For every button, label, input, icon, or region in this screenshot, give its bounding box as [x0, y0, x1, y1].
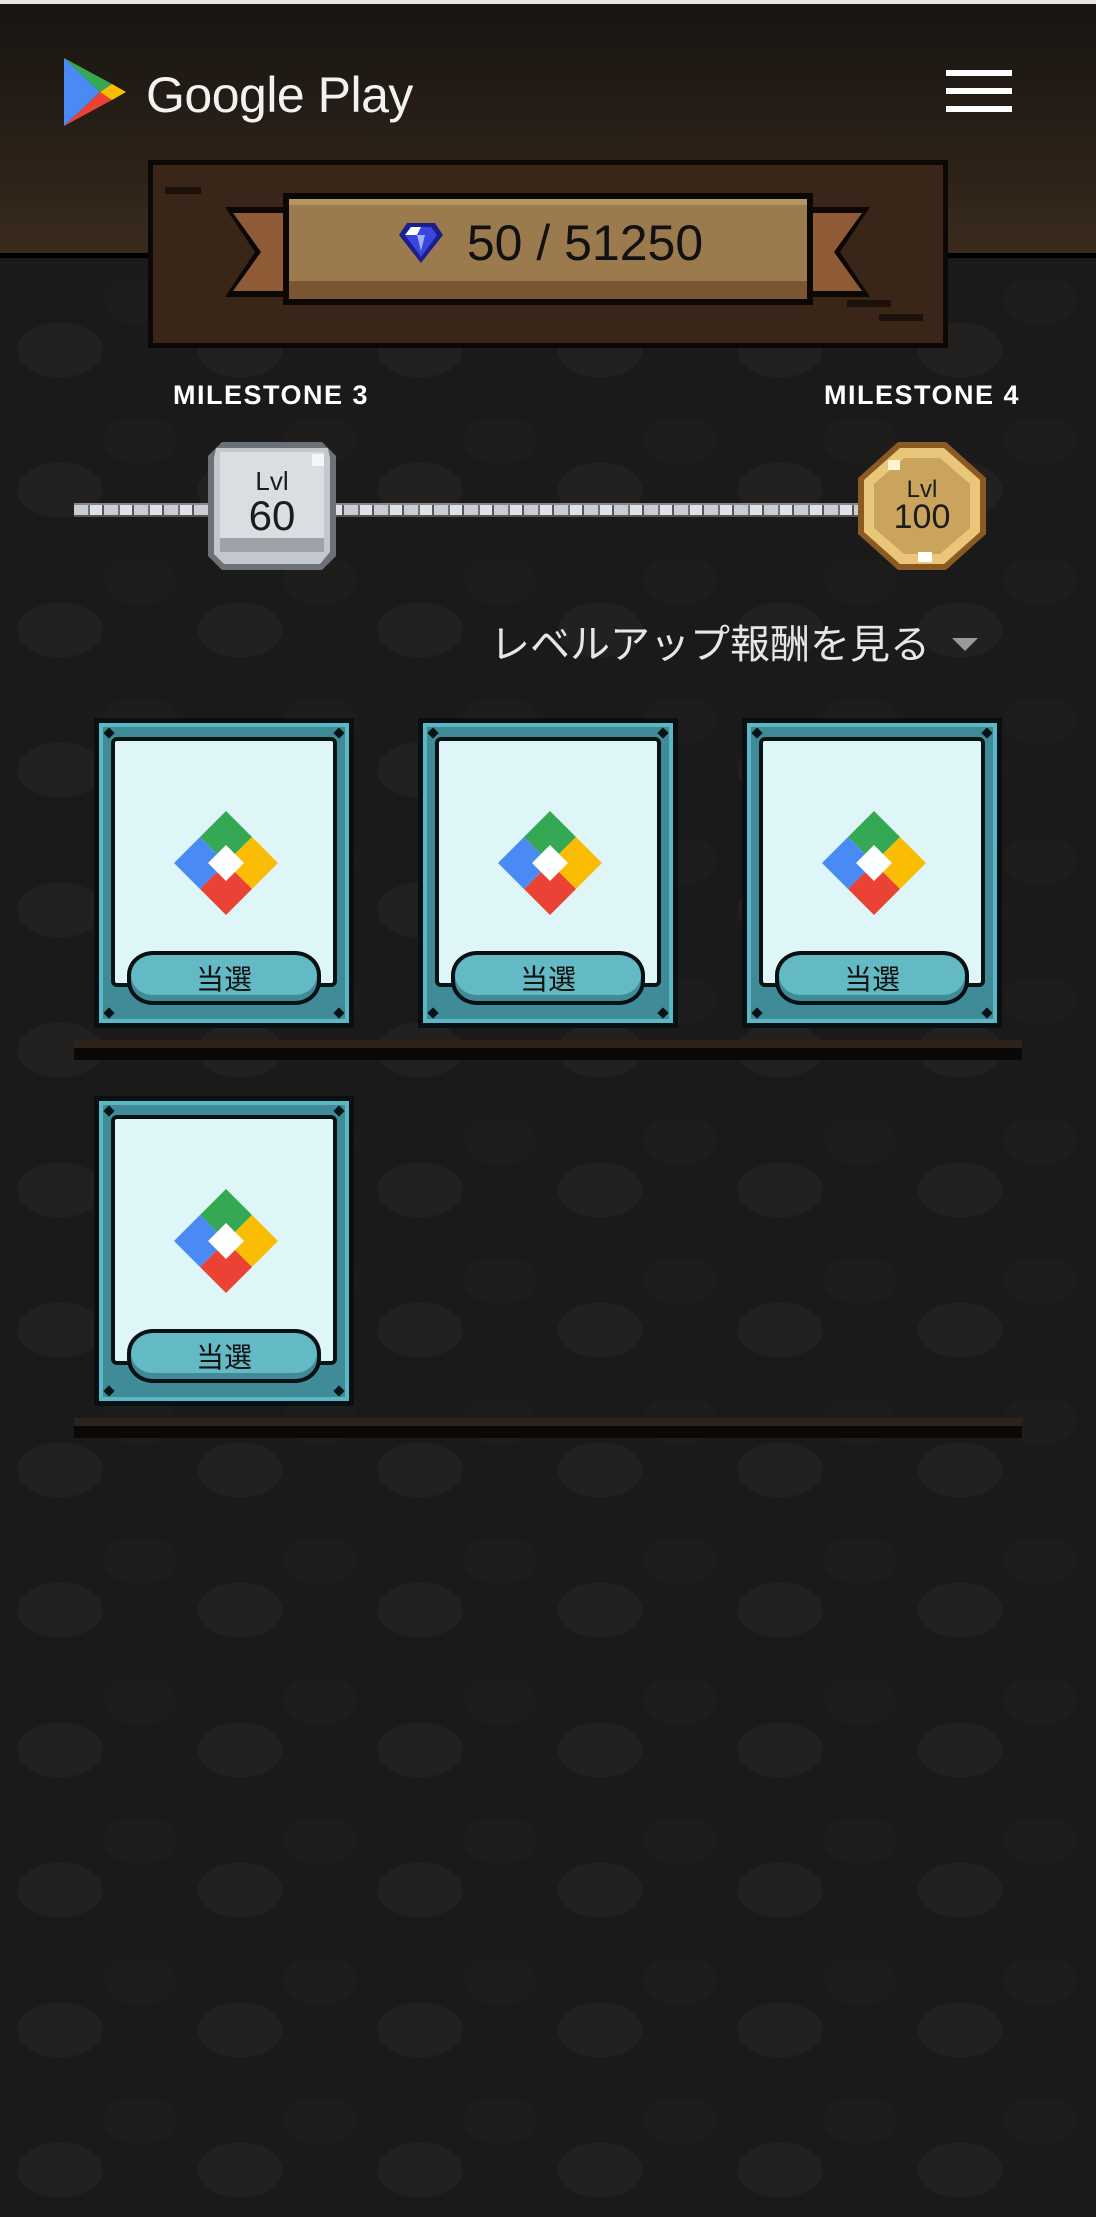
winner-label: 当選 — [127, 951, 321, 1005]
google-play-points-icon — [174, 1189, 278, 1293]
milestone-3-badge[interactable]: Lvl 60 — [208, 442, 336, 570]
google-play-points-icon — [822, 811, 926, 915]
reward-card[interactable]: 当選 — [418, 718, 678, 1028]
shelf-divider — [74, 1040, 1022, 1060]
levelup-rewards-toggle[interactable]: レベルアップ報酬を見る — [490, 612, 978, 670]
score-display: 50 / 51250 — [300, 212, 800, 274]
milestone-left-label: MILESTONE 3 — [173, 380, 370, 410]
reward-card[interactable]: 当選 — [742, 718, 1002, 1028]
levelup-rewards-label: レベルアップ報酬を見る — [490, 622, 930, 668]
hamburger-menu-icon — [946, 70, 1012, 76]
score-value: 50 / 51250 — [466, 215, 704, 271]
brand-title[interactable]: Google Play — [146, 66, 413, 124]
shelf-divider — [74, 1418, 1022, 1438]
menu-button[interactable] — [946, 70, 1012, 118]
milestone-right-label: MILESTONE 4 — [823, 380, 1020, 410]
google-play-points-icon — [174, 811, 278, 915]
google-play-points-icon — [498, 811, 602, 915]
winner-label: 当選 — [127, 1329, 321, 1383]
milestone-4-level: 100 — [893, 498, 951, 536]
gem-icon — [398, 223, 443, 263]
chevron-down-icon — [952, 637, 978, 651]
winner-label: 当選 — [775, 951, 969, 1005]
milestone-3-level: 60 — [248, 492, 296, 539]
winner-label: 当選 — [451, 951, 645, 1005]
google-play-logo-icon[interactable] — [60, 56, 130, 128]
reward-card[interactable]: 当選 — [94, 718, 354, 1028]
reward-card[interactable]: 当選 — [94, 1096, 354, 1406]
milestone-4-badge[interactable]: Lvl 100 — [858, 442, 986, 570]
progress-chain — [74, 503, 954, 517]
